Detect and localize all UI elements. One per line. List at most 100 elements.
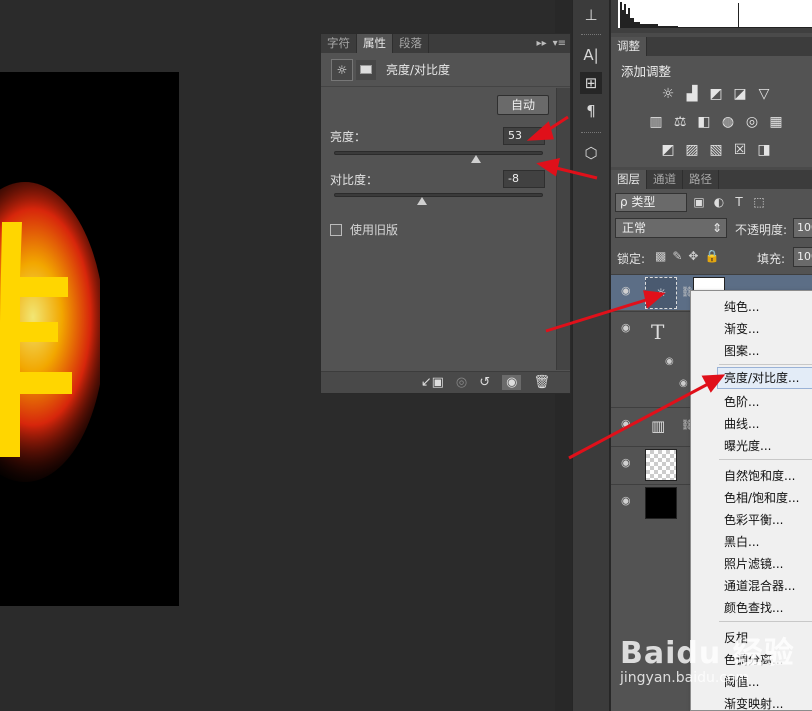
black-white-icon[interactable]: ◧ <box>695 113 713 131</box>
paragraph-icon[interactable]: ¶ <box>580 100 602 122</box>
adjustments-row-1: ☼ ▟ ◩ ◪ ▽ <box>659 85 773 103</box>
brightness-adjust-icon[interactable]: ☼ <box>659 85 677 103</box>
tab-layers[interactable]: 图层 <box>611 170 647 189</box>
menu-item-exposure[interactable]: 曝光度... <box>724 437 771 454</box>
levels-icon[interactable]: ▟ <box>683 85 701 103</box>
stamp-icon[interactable]: ⊥ <box>580 4 602 26</box>
opacity-input[interactable]: 100 <box>793 218 812 238</box>
menu-item-gradient-map[interactable]: 渐变映射... <box>724 695 783 711</box>
eye-icon[interactable]: ◉ <box>502 375 522 390</box>
trash-icon[interactable]: 🗑 <box>533 375 550 390</box>
lock-label: 锁定: <box>617 252 646 266</box>
hue-saturation-icon[interactable]: ▥ <box>647 113 665 131</box>
menu-item-pattern[interactable]: 图案... <box>724 342 759 359</box>
brightness-slider[interactable] <box>334 151 543 163</box>
mask-icon[interactable] <box>356 59 376 80</box>
pixel-filter-icon[interactable]: ▣ <box>691 195 707 209</box>
menu-item-black-white[interactable]: 黑白... <box>724 533 759 550</box>
menu-divider <box>719 621 812 622</box>
tab-character[interactable]: 字符 <box>321 34 357 53</box>
use-legacy-checkbox[interactable] <box>330 223 342 236</box>
brightness-input[interactable]: 53 <box>503 127 545 145</box>
background-layer-thumbnail[interactable] <box>645 487 677 519</box>
transparent-layer-thumbnail[interactable] <box>645 449 677 481</box>
3d-cube-icon[interactable]: ⬡ <box>580 142 602 164</box>
shape-filter-icon[interactable]: ⬚ <box>751 195 767 209</box>
view-previous-icon[interactable]: ◎ <box>456 375 467 390</box>
blend-mode-select[interactable]: 正常 ⇕ <box>615 218 727 238</box>
histogram-panel <box>611 0 812 33</box>
use-legacy-option[interactable]: 使用旧版 <box>330 221 398 238</box>
menu-item-vibrance[interactable]: 自然饱和度... <box>724 467 795 484</box>
tab-paths[interactable]: 路径 <box>683 170 719 189</box>
sun-icon[interactable]: ☼ <box>331 58 353 81</box>
exposure-icon[interactable]: ◪ <box>731 85 749 103</box>
clip-icon[interactable]: ↙▣ <box>421 375 444 390</box>
document-canvas[interactable] <box>0 72 179 606</box>
chevron-icon: ⇕ <box>711 221 722 235</box>
adjustments-title: 添加调整 <box>621 64 672 79</box>
panel-menu-icon[interactable]: ▾≡ <box>553 34 566 53</box>
layer-filter-select[interactable]: ρ 类型 <box>615 192 687 212</box>
tab-adjustments[interactable]: 调整 <box>611 37 647 56</box>
contrast-slider[interactable] <box>334 193 543 205</box>
threshold-icon[interactable]: ▧ <box>707 141 725 159</box>
menu-item-levels[interactable]: 色阶... <box>724 393 759 410</box>
reset-icon[interactable]: ↺ <box>479 375 490 390</box>
menu-item-channel-mixer[interactable]: 通道混合器... <box>724 577 795 594</box>
lock-icons[interactable]: ▩✎✥🔒 <box>655 249 725 263</box>
adjustment-filter-icon[interactable]: ◐ <box>711 195 727 209</box>
tab-channels[interactable]: 通道 <box>647 170 683 189</box>
tab-properties[interactable]: 属性 <box>357 34 393 53</box>
menu-item-solid-color[interactable]: 纯色... <box>724 298 759 315</box>
photo-filter-icon[interactable]: ◍ <box>719 113 737 131</box>
eye-icon[interactable]: ◉ <box>621 457 635 468</box>
properties-footer: ↙▣ ◎ ↺ ◉ 🗑 <box>321 371 570 393</box>
text-layer-icon: T <box>651 320 665 344</box>
contrast-input[interactable]: -8 <box>503 170 545 188</box>
blend-mode-value: 正常 <box>622 221 647 235</box>
watermark-logo: Baidu 经验 <box>620 636 795 671</box>
panel-icon-strip: ⊥ A| ⊞ ¶ ⬡ <box>572 0 610 711</box>
invert-icon[interactable]: ◩ <box>659 141 677 159</box>
menu-item-hue-saturation[interactable]: 色相/饱和度... <box>724 489 800 506</box>
menu-item-brightness-contrast[interactable]: 亮度/对比度... <box>717 367 812 389</box>
gradient-map-icon[interactable]: ☒ <box>731 141 749 159</box>
menu-item-gradient[interactable]: 渐变... <box>724 320 759 337</box>
eye-icon[interactable]: ◉ <box>621 495 635 506</box>
menu-item-curves[interactable]: 曲线... <box>724 415 759 432</box>
character-panel-icon[interactable]: A| <box>580 44 602 66</box>
eye-icon[interactable]: ◉ <box>621 285 635 296</box>
channel-mixer-icon[interactable]: ◎ <box>743 113 761 131</box>
properties-panel-icon[interactable]: ⊞ <box>580 72 602 94</box>
eye-icon[interactable]: ◉ <box>679 378 688 389</box>
vibrance-icon[interactable]: ▽ <box>755 85 773 103</box>
adjustments-panel: 调整 添加调整 ☼ ▟ ◩ ◪ ▽ ▥ ⚖ ◧ ◍ ◎ ▦ ◩ ▨ ▧ ☒ ◨ <box>611 37 812 167</box>
brightness-slider-thumb[interactable] <box>471 155 481 163</box>
menu-item-photo-filter[interactable]: 照片滤镜... <box>724 555 783 572</box>
type-filter-icon[interactable]: T <box>731 195 747 209</box>
use-legacy-label: 使用旧版 <box>350 223 399 237</box>
collapse-icon[interactable]: ▸▸ <box>537 34 547 53</box>
properties-scrollbar[interactable] <box>556 88 570 370</box>
fill-input[interactable]: 100 <box>793 247 812 267</box>
color-lookup-icon[interactable]: ▦ <box>767 113 785 131</box>
curves-icon[interactable]: ◩ <box>707 85 725 103</box>
auto-button[interactable]: 自动 <box>497 95 549 115</box>
eye-icon[interactable]: ◉ <box>621 322 635 333</box>
color-balance-icon[interactable]: ⚖ <box>671 113 689 131</box>
adjustment-layer-thumbnail[interactable]: ☼ <box>645 277 677 309</box>
properties-tabbar: 字符 属性 段落 ▸▸ ▾≡ <box>321 34 570 53</box>
posterize-icon[interactable]: ▨ <box>683 141 701 159</box>
levels-layer-icon: ▥ <box>651 417 666 435</box>
menu-item-color-balance[interactable]: 色彩平衡... <box>724 511 783 528</box>
eye-icon[interactable]: ◉ <box>621 418 635 429</box>
menu-item-color-lookup[interactable]: 颜色查找... <box>724 599 783 616</box>
menu-divider <box>719 364 812 365</box>
selective-color-icon[interactable]: ◨ <box>755 141 773 159</box>
tab-paragraph[interactable]: 段落 <box>393 34 429 53</box>
contrast-slider-thumb[interactable] <box>417 197 427 205</box>
eye-icon[interactable]: ◉ <box>665 356 674 367</box>
layer-filter-row: ρ 类型 ▣ ◐ T ⬚ <box>611 190 812 214</box>
strip-divider <box>581 34 601 36</box>
